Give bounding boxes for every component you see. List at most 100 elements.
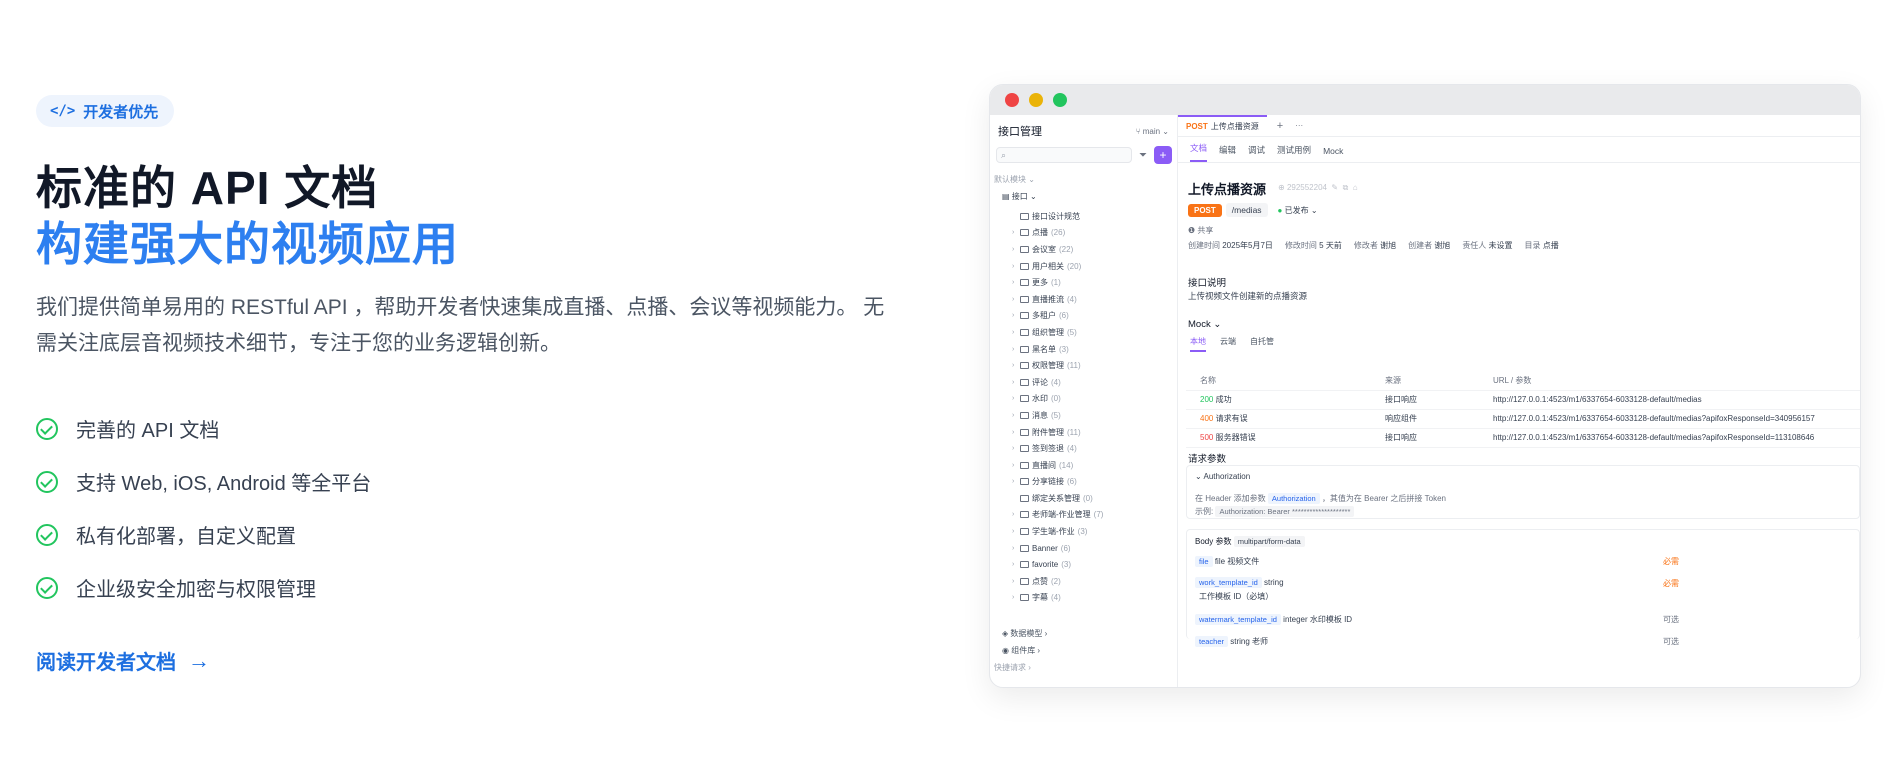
mock-cell-spacer [1186, 390, 1200, 410]
root-folder[interactable]: ▤ 接口 ⌄ [1002, 191, 1037, 202]
branch-selector[interactable]: ⑂ main ⌄ [1136, 127, 1169, 136]
folder-icon [1020, 478, 1029, 486]
subtab-2[interactable]: 调试 [1248, 144, 1265, 162]
tree-item-label: 字幕 [1032, 593, 1048, 603]
sidebar-tree-item[interactable]: › Banner (6) [990, 540, 1178, 557]
default-module-label[interactable]: 默认模块 ⌄ [994, 174, 1035, 185]
sidebar-tree-item[interactable]: › 权限管理 (11) [990, 357, 1178, 374]
endpoint-path[interactable]: /medias [1225, 203, 1268, 217]
mock-cell-url[interactable]: http://127.0.0.1:4523/m1/6337654-6033128… [1493, 390, 1860, 410]
meta-key: 创建时间 [1188, 241, 1223, 250]
sidebar-tree-item[interactable]: › 分享链接 (6) [990, 474, 1178, 491]
sidebar-tree-item[interactable]: 接口设计规范 [990, 208, 1178, 225]
sidebar-tree-item[interactable]: › 会议室 (22) [990, 241, 1178, 258]
body-param-row: work_template_id string [1195, 577, 1284, 588]
folder-icon [1020, 577, 1029, 585]
chevron-right-icon: › [1012, 577, 1015, 585]
sidebar-tree-item[interactable]: › 直播间 (14) [990, 457, 1178, 474]
sidebar-tree-item[interactable]: › 字幕 (4) [990, 590, 1178, 607]
read-docs-link[interactable]: 阅读开发者文档 → [36, 646, 210, 675]
chevron-right-icon: › [1012, 411, 1015, 419]
publish-status[interactable]: ● 已发布 ⌄ [1278, 205, 1318, 216]
quick-requests-label: 快捷请求 [994, 663, 1026, 672]
check-circle-icon [36, 417, 58, 440]
auth-toggle[interactable]: ⌄ Authorization [1195, 472, 1250, 481]
mock-tab-2[interactable]: 自托管 [1250, 336, 1274, 352]
sidebar-tree-item[interactable]: › 多租户 (6) [990, 308, 1178, 325]
mock-cell-url[interactable]: http://127.0.0.1:4523/m1/6337654-6033128… [1493, 409, 1860, 429]
sidebar-tree-item[interactable]: › 学生端-作业 (3) [990, 523, 1178, 540]
tree-item-label: 多租户 [1032, 311, 1056, 321]
feature-item: 私有化部署，自定义配置 [36, 508, 371, 561]
mock-cell-url[interactable]: http://127.0.0.1:4523/m1/6337654-6033128… [1493, 428, 1860, 448]
components-label: 组件库 [1011, 646, 1036, 655]
sidebar-tree-item[interactable]: › 直播推流 (4) [990, 291, 1178, 308]
mock-row[interactable]: 400 请求有误 响应组件 http://127.0.0.1:4523/m1/633… [1186, 409, 1860, 429]
folder-icon [1020, 561, 1029, 569]
chevron-right-icon: › [1012, 478, 1015, 486]
sidebar-tree-item[interactable]: › 水印 (0) [990, 391, 1178, 408]
mock-tab-1[interactable]: 云端 [1220, 336, 1236, 352]
folder-icon [1020, 428, 1029, 436]
developer-first-badge: </> 开发者优先 [36, 95, 175, 127]
subtab-3[interactable]: 测试用例 [1277, 144, 1311, 162]
status-code: 500 [1200, 433, 1216, 442]
subtab-4[interactable]: Mock [1323, 146, 1343, 162]
feature-label: 完善的 API 文档 [76, 420, 220, 442]
sidebar-tree-item[interactable]: › 签到签退 (4) [990, 440, 1178, 457]
mock-tab-0[interactable]: 本地 [1190, 336, 1206, 352]
folder-icon [1020, 528, 1029, 536]
api-tree: 接口设计规范 › 点播 (26) › 会议室 (22) › 用户相关 (20) › 更多 (1) › 直播推… [990, 208, 1178, 606]
tab-upload-media[interactable]: POST 上传点播资源 [1178, 114, 1267, 137]
doc-icon [1020, 212, 1029, 220]
tree-item-label: 点赞 [1032, 576, 1048, 586]
mock-row[interactable]: 500 服务器错误 接口响应 http://127.0.0.1:4523/m1/63… [1186, 428, 1860, 448]
share-label[interactable]: ❶ 共享 [1188, 225, 1213, 236]
sidebar-tree-item[interactable]: › 组织管理 (5) [990, 324, 1178, 341]
app-preview-window: 接口管理 ⑂ main ⌄ ⌕ ⏷ + 默认模块 ⌄ ▤ 接口 ⌄ 接口设计规范… [989, 84, 1861, 688]
auth-param-tag: Authorization [1267, 493, 1320, 504]
folder-icon [1020, 328, 1029, 336]
mock-tabs: 本地 云端 自托管 [1190, 336, 1274, 352]
sidebar-tree-item[interactable]: › favorite (3) [990, 556, 1178, 573]
sidebar-tree-item[interactable]: › 更多 (1) [990, 274, 1178, 291]
quick-requests-item[interactable]: 快捷请求 › [994, 662, 1031, 673]
add-api-button[interactable]: + [1154, 146, 1172, 164]
sidebar-tree-item[interactable]: › 附件管理 (11) [990, 424, 1178, 441]
check-circle-icon [36, 523, 58, 546]
param-type: string [1261, 578, 1284, 587]
tree-item-label: 点播 [1032, 228, 1048, 238]
sidebar-tree-item[interactable]: › 用户相关 (20) [990, 258, 1178, 275]
mock-row[interactable]: 200 成功 接口响应 http://127.0.0.1:4523/m1/63376… [1186, 390, 1860, 410]
chevron-right-icon: › [1012, 445, 1015, 453]
hero-subtitle: 构建强大的视频应用 [36, 218, 459, 270]
mock-name: 成功 [1215, 395, 1232, 404]
subtab-1[interactable]: 编辑 [1219, 144, 1236, 162]
api-sidebar: 接口管理 ⑂ main ⌄ ⌕ ⏷ + 默认模块 ⌄ ▤ 接口 ⌄ 接口设计规范… [990, 115, 1178, 687]
sidebar-tree-item[interactable]: › 点播 (26) [990, 225, 1178, 242]
minimize-dot-icon [1029, 93, 1043, 107]
sidebar-tree-item[interactable]: › 点赞 (2) [990, 573, 1178, 590]
folder-icon [1020, 594, 1029, 602]
sidebar-search-input[interactable]: ⌕ [996, 147, 1132, 163]
feature-label: 企业级安全加密与权限管理 [76, 579, 316, 601]
endpoint-meta: 创建时间 2025年5月7日 修改时间 5 天前 修改者 谢旭 创建者 谢旭 责任人 未… [1188, 240, 1571, 251]
sidebar-tree-item[interactable]: › 评论 (4) [990, 374, 1178, 391]
new-tab-plus-icon[interactable]: + [1277, 120, 1283, 132]
subtab-0[interactable]: 文档 [1190, 142, 1208, 162]
sidebar-tree-item[interactable]: › 老师端-作业管理 (7) [990, 507, 1178, 524]
window-titlebar [990, 85, 1860, 115]
filter-icon[interactable]: ⏷ [1136, 147, 1150, 163]
sidebar-tree-item[interactable]: › 黑名单 (3) [990, 341, 1178, 358]
chevron-right-icon: › [1012, 279, 1015, 287]
sidebar-tree-item[interactable]: › 消息 (5) [990, 407, 1178, 424]
chevron-right-icon: › [1012, 428, 1015, 436]
status-code: 200 [1200, 395, 1216, 404]
mock-heading[interactable]: Mock ⌄ [1188, 319, 1221, 330]
sidebar-tree-item[interactable]: 绑定关系管理 (0) [990, 490, 1178, 507]
data-models-item[interactable]: ◈ 数据模型 › [1002, 628, 1047, 639]
chevron-right-icon: › [1012, 395, 1015, 403]
components-item[interactable]: ◉ 组件库 › [1002, 645, 1040, 656]
more-tabs-icon[interactable]: ··· [1295, 121, 1303, 130]
code-icon: </> [50, 103, 76, 119]
